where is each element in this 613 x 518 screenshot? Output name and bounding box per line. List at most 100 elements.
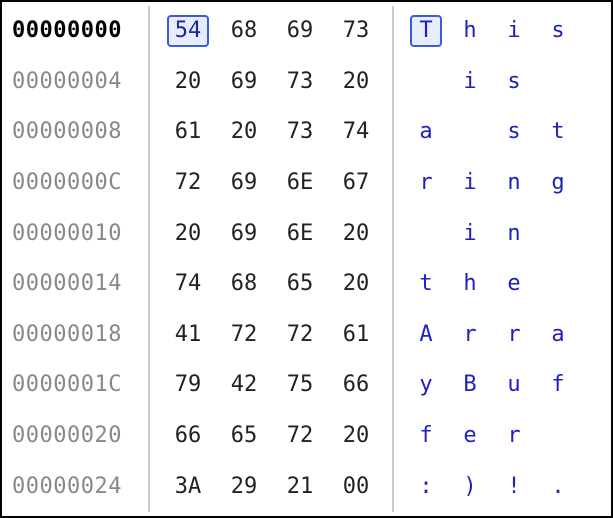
ascii-char[interactable]: r	[404, 167, 448, 199]
offset-column: 0000000C	[2, 158, 150, 209]
ascii-char[interactable]: B	[448, 369, 492, 401]
ascii-char[interactable]: .	[536, 218, 580, 250]
ascii-char[interactable]: i	[448, 66, 492, 98]
ascii-char[interactable]: .	[404, 66, 448, 98]
hex-row: 0000000C 72696E67 ring	[2, 158, 611, 209]
hex-byte[interactable]: 72	[272, 319, 328, 351]
offset-value[interactable]: 00000010	[12, 223, 122, 245]
hex-byte[interactable]: 73	[272, 116, 328, 148]
hex-column: 20696E20	[150, 208, 394, 259]
ascii-char[interactable]: s	[492, 66, 536, 98]
ascii-column: yBuf	[394, 360, 580, 411]
ascii-char[interactable]: i	[448, 218, 492, 250]
hex-byte[interactable]: 69	[272, 15, 328, 47]
offset-column: 00000008	[2, 107, 150, 158]
ascii-char[interactable]: t	[536, 116, 580, 148]
hex-byte[interactable]: 74	[328, 116, 384, 148]
hex-byte[interactable]: 41	[160, 319, 216, 351]
ascii-char[interactable]: r	[492, 319, 536, 351]
hex-byte[interactable]: 61	[160, 116, 216, 148]
hex-byte[interactable]: 29	[216, 471, 272, 503]
ascii-char[interactable]: n	[492, 167, 536, 199]
ascii-char[interactable]: e	[492, 268, 536, 300]
hex-byte[interactable]: 3A	[160, 471, 216, 503]
ascii-char[interactable]: .	[404, 218, 448, 250]
ascii-char[interactable]: t	[404, 268, 448, 300]
ascii-char[interactable]: )	[448, 471, 492, 503]
ascii-char[interactable]: A	[404, 319, 448, 351]
offset-value[interactable]: 00000018	[12, 324, 122, 346]
hex-byte[interactable]: 6E	[272, 167, 328, 199]
ascii-char[interactable]: i	[448, 167, 492, 199]
hex-byte[interactable]: 65	[216, 420, 272, 452]
hex-byte[interactable]: 72	[216, 319, 272, 351]
hex-byte[interactable]: 69	[216, 218, 272, 250]
hex-byte[interactable]: 20	[160, 66, 216, 98]
ascii-char[interactable]: .	[536, 420, 580, 452]
ascii-char[interactable]: r	[492, 420, 536, 452]
offset-value[interactable]: 0000000C	[12, 172, 122, 194]
hex-byte[interactable]: 66	[328, 369, 384, 401]
ascii-char[interactable]: a	[536, 319, 580, 351]
hex-byte[interactable]: 20	[328, 420, 384, 452]
offset-value[interactable]: 00000020	[12, 425, 122, 447]
hex-byte[interactable]: 79	[160, 369, 216, 401]
hex-row: 00000014 74686520 the.	[2, 259, 611, 310]
hex-byte[interactable]: 72	[160, 167, 216, 199]
hex-byte[interactable]: 20	[328, 268, 384, 300]
ascii-char[interactable]: s	[492, 116, 536, 148]
hex-byte[interactable]: 20	[216, 116, 272, 148]
hex-byte[interactable]: 20	[160, 218, 216, 250]
ascii-char[interactable]: f	[404, 420, 448, 452]
ascii-char[interactable]: u	[492, 369, 536, 401]
hex-byte[interactable]: 72	[272, 420, 328, 452]
hex-byte[interactable]: 74	[160, 268, 216, 300]
ascii-char[interactable]: y	[404, 369, 448, 401]
ascii-char[interactable]: r	[448, 319, 492, 351]
hex-byte[interactable]: 68	[216, 15, 272, 47]
ascii-char[interactable]: .	[536, 268, 580, 300]
ascii-char[interactable]: .	[536, 66, 580, 98]
ascii-char[interactable]: i	[492, 15, 536, 47]
ascii-char[interactable]: .	[448, 116, 492, 148]
hex-byte[interactable]: 69	[216, 167, 272, 199]
hex-byte[interactable]: 66	[160, 420, 216, 452]
hex-byte[interactable]: 20	[328, 218, 384, 250]
hex-byte[interactable]: 21	[272, 471, 328, 503]
ascii-char[interactable]: h	[448, 268, 492, 300]
hex-byte[interactable]: 00	[328, 471, 384, 503]
hex-byte[interactable]: 6E	[272, 218, 328, 250]
hex-byte[interactable]: 73	[272, 66, 328, 98]
offset-value[interactable]: 00000004	[12, 71, 122, 93]
ascii-char[interactable]: f	[536, 369, 580, 401]
hex-byte[interactable]: 42	[216, 369, 272, 401]
hex-byte[interactable]: 54	[160, 15, 216, 47]
hex-byte[interactable]: 68	[216, 268, 272, 300]
hex-byte[interactable]: 20	[328, 66, 384, 98]
hex-byte[interactable]: 75	[272, 369, 328, 401]
hex-byte[interactable]: 69	[216, 66, 272, 98]
offset-value[interactable]: 00000024	[12, 476, 122, 498]
ascii-char[interactable]: T	[404, 15, 448, 47]
ascii-char[interactable]: s	[536, 15, 580, 47]
offset-value[interactable]: 0000001C	[12, 374, 122, 396]
offset-column: 00000018	[2, 310, 150, 361]
ascii-char[interactable]: :	[404, 471, 448, 503]
hex-byte[interactable]: 65	[272, 268, 328, 300]
ascii-char[interactable]: n	[492, 218, 536, 250]
hex-byte[interactable]: 67	[328, 167, 384, 199]
ascii-char[interactable]: h	[448, 15, 492, 47]
hex-column: 79427566	[150, 360, 394, 411]
hex-byte[interactable]: 73	[328, 15, 384, 47]
hex-column: 61207374	[150, 107, 394, 158]
ascii-column: a.st	[394, 107, 580, 158]
ascii-char[interactable]: !	[492, 471, 536, 503]
ascii-char[interactable]: g	[536, 167, 580, 199]
offset-value[interactable]: 00000000	[12, 20, 122, 42]
hex-byte[interactable]: 61	[328, 319, 384, 351]
offset-value[interactable]: 00000008	[12, 121, 122, 143]
ascii-char[interactable]: a	[404, 116, 448, 148]
ascii-char[interactable]: e	[448, 420, 492, 452]
offset-value[interactable]: 00000014	[12, 273, 122, 295]
ascii-char[interactable]: .	[536, 471, 580, 503]
